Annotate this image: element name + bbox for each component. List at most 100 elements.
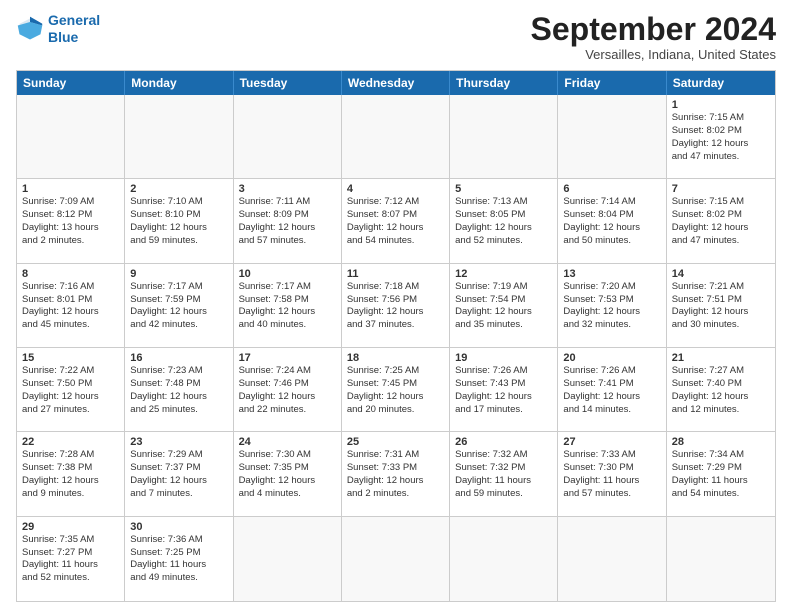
cell-line: Daylight: 12 hours (239, 391, 336, 404)
header-tuesday: Tuesday (234, 71, 342, 95)
logo: General Blue (16, 12, 100, 46)
cell-line: Daylight: 12 hours (347, 475, 444, 488)
cell-line: Sunrise: 7:16 AM (22, 281, 119, 294)
day-number: 1 (672, 99, 770, 111)
cell-line: Daylight: 12 hours (239, 222, 336, 235)
cell-line: Daylight: 12 hours (455, 222, 552, 235)
cell-line: Daylight: 12 hours (22, 475, 119, 488)
cell-line: Daylight: 11 hours (455, 475, 552, 488)
cell-line: Sunset: 7:38 PM (22, 462, 119, 475)
cell-line: Sunrise: 7:23 AM (130, 365, 227, 378)
cell-line: Daylight: 11 hours (563, 475, 660, 488)
cell-line: Sunrise: 7:34 AM (672, 449, 770, 462)
calendar: Sunday Monday Tuesday Wednesday Thursday… (16, 70, 776, 602)
day-number: 6 (563, 183, 660, 195)
cal-cell: 10Sunrise: 7:17 AMSunset: 7:58 PMDayligh… (234, 264, 342, 347)
cell-line: and 27 minutes. (22, 404, 119, 417)
day-number: 7 (672, 183, 770, 195)
cell-line: Daylight: 12 hours (672, 222, 770, 235)
cell-line: Sunrise: 7:30 AM (239, 449, 336, 462)
cell-line: Sunrise: 7:17 AM (239, 281, 336, 294)
calendar-week-1: 1Sunrise: 7:15 AMSunset: 8:02 PMDaylight… (17, 95, 775, 179)
cell-line: Sunrise: 7:33 AM (563, 449, 660, 462)
cell-line: and 57 minutes. (563, 488, 660, 501)
cell-line: Sunset: 7:40 PM (672, 378, 770, 391)
cell-line: and 59 minutes. (455, 488, 552, 501)
cell-line: Sunset: 8:01 PM (22, 294, 119, 307)
cell-line: Daylight: 12 hours (130, 306, 227, 319)
cell-line: and 17 minutes. (455, 404, 552, 417)
cell-line: and 25 minutes. (130, 404, 227, 417)
cell-line: Sunrise: 7:31 AM (347, 449, 444, 462)
calendar-header: Sunday Monday Tuesday Wednesday Thursday… (17, 71, 775, 95)
cell-line: Daylight: 11 hours (130, 559, 227, 572)
calendar-week-3: 8Sunrise: 7:16 AMSunset: 8:01 PMDaylight… (17, 264, 775, 348)
cal-cell (17, 95, 125, 178)
day-number: 18 (347, 352, 444, 364)
cell-line: Sunrise: 7:26 AM (455, 365, 552, 378)
cell-line: Sunrise: 7:24 AM (239, 365, 336, 378)
cell-line: and 7 minutes. (130, 488, 227, 501)
cell-line: Sunset: 7:58 PM (239, 294, 336, 307)
cal-cell (558, 95, 666, 178)
header-sunday: Sunday (17, 71, 125, 95)
cell-line: Sunset: 7:25 PM (130, 547, 227, 560)
cell-line: Sunrise: 7:26 AM (563, 365, 660, 378)
day-number: 19 (455, 352, 552, 364)
cell-line: Sunset: 7:51 PM (672, 294, 770, 307)
header-friday: Friday (558, 71, 666, 95)
header-right: September 2024 Versailles, Indiana, Unit… (531, 12, 776, 62)
cell-line: Daylight: 12 hours (130, 222, 227, 235)
cell-line: and 42 minutes. (130, 319, 227, 332)
month-title: September 2024 (531, 12, 776, 47)
cal-cell (125, 95, 233, 178)
cell-line: and 47 minutes. (672, 235, 770, 248)
cal-cell: 17Sunrise: 7:24 AMSunset: 7:46 PMDayligh… (234, 348, 342, 431)
header-thursday: Thursday (450, 71, 558, 95)
cell-line: Daylight: 12 hours (455, 306, 552, 319)
cell-line: Sunrise: 7:14 AM (563, 196, 660, 209)
cell-line: and 37 minutes. (347, 319, 444, 332)
cell-line: Daylight: 12 hours (672, 306, 770, 319)
day-number: 27 (563, 436, 660, 448)
cell-line: Daylight: 12 hours (347, 391, 444, 404)
cal-cell: 13Sunrise: 7:20 AMSunset: 7:53 PMDayligh… (558, 264, 666, 347)
cell-line: Sunrise: 7:22 AM (22, 365, 119, 378)
cell-line: Daylight: 12 hours (455, 391, 552, 404)
cal-cell (342, 95, 450, 178)
cell-line: Sunrise: 7:27 AM (672, 365, 770, 378)
cell-line: Daylight: 12 hours (347, 306, 444, 319)
day-number: 26 (455, 436, 552, 448)
calendar-body: 1Sunrise: 7:15 AMSunset: 8:02 PMDaylight… (17, 95, 775, 601)
cell-line: Sunrise: 7:21 AM (672, 281, 770, 294)
logo-line2: Blue (48, 29, 78, 45)
cell-line: Daylight: 12 hours (22, 306, 119, 319)
cell-line: and 40 minutes. (239, 319, 336, 332)
day-number: 8 (22, 268, 119, 280)
cell-line: and 30 minutes. (672, 319, 770, 332)
cal-cell: 2Sunrise: 7:10 AMSunset: 8:10 PMDaylight… (125, 179, 233, 262)
cal-cell (234, 95, 342, 178)
cell-line: Daylight: 12 hours (563, 306, 660, 319)
cell-line: Sunset: 7:37 PM (130, 462, 227, 475)
cell-line: Sunrise: 7:25 AM (347, 365, 444, 378)
day-number: 16 (130, 352, 227, 364)
cell-line: Sunset: 8:02 PM (672, 125, 770, 138)
cell-line: and 54 minutes. (672, 488, 770, 501)
cell-line: Daylight: 12 hours (239, 475, 336, 488)
cell-line: Sunrise: 7:18 AM (347, 281, 444, 294)
cell-line: Daylight: 12 hours (672, 391, 770, 404)
cell-line: Sunrise: 7:12 AM (347, 196, 444, 209)
cal-cell: 3Sunrise: 7:11 AMSunset: 8:09 PMDaylight… (234, 179, 342, 262)
cell-line: Daylight: 11 hours (22, 559, 119, 572)
cell-line: and 57 minutes. (239, 235, 336, 248)
cell-line: and 52 minutes. (455, 235, 552, 248)
cell-line: Daylight: 12 hours (347, 222, 444, 235)
cal-cell: 8Sunrise: 7:16 AMSunset: 8:01 PMDaylight… (17, 264, 125, 347)
cal-cell: 16Sunrise: 7:23 AMSunset: 7:48 PMDayligh… (125, 348, 233, 431)
cell-line: Sunrise: 7:09 AM (22, 196, 119, 209)
cal-cell (667, 517, 775, 601)
cell-line: Daylight: 12 hours (563, 222, 660, 235)
cell-line: and 35 minutes. (455, 319, 552, 332)
cell-line: Sunrise: 7:32 AM (455, 449, 552, 462)
